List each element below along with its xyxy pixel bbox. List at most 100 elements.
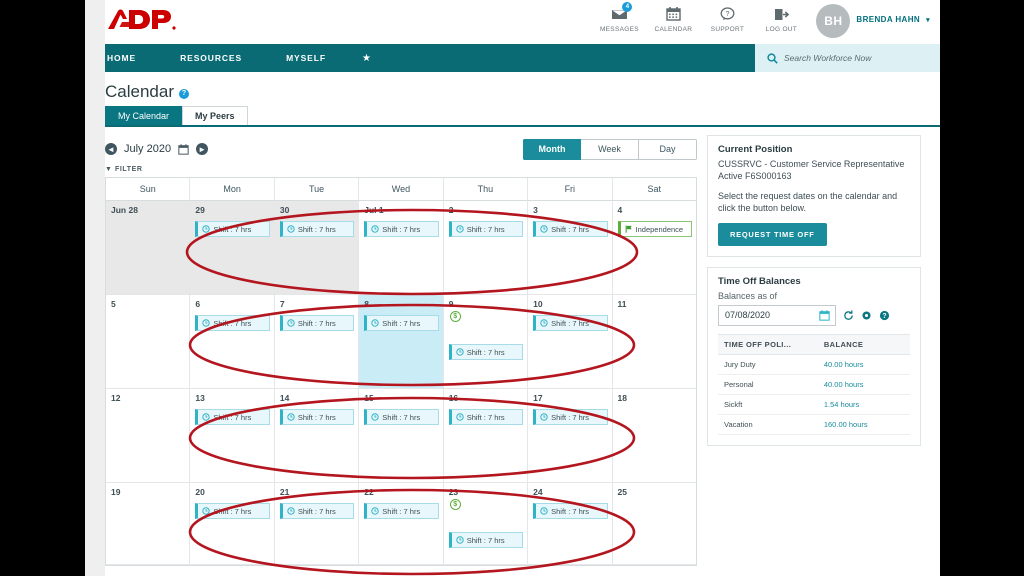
day-number: Jul 1 bbox=[364, 205, 384, 215]
calendar-button[interactable]: CALENDAR bbox=[646, 2, 700, 33]
previous-month-button[interactable]: ◄ bbox=[105, 143, 117, 155]
holiday-event-chip[interactable]: Independence bbox=[617, 221, 692, 237]
view-month-button[interactable]: Month bbox=[523, 138, 581, 160]
shift-event-chip[interactable]: Shift : 7 hrs bbox=[448, 221, 524, 237]
calendar-day-cell[interactable]: 5 bbox=[106, 295, 191, 389]
calendar-day-cell[interactable]: 17 Shift : 7 hrs bbox=[528, 389, 613, 483]
date-picker-icon[interactable] bbox=[178, 143, 189, 155]
day-number: 6 bbox=[195, 299, 201, 309]
shift-event-chip[interactable]: Shift : 7 hrs bbox=[195, 503, 270, 519]
shift-event-chip[interactable]: Shift : 7 hrs bbox=[364, 503, 439, 519]
shift-event-chip[interactable]: Shift : 7 hrs bbox=[364, 409, 439, 425]
calendar-day-cell[interactable]: 14 Shift : 7 hrs bbox=[274, 389, 360, 483]
help-icon[interactable]: ? bbox=[179, 88, 189, 99]
calendar-week-row: 12 13 Shift : 7 hrs 14 Shift : 7 hrs 15 Shift … bbox=[106, 389, 696, 483]
current-position-line1: CUSSRVC - Customer Service Representativ… bbox=[718, 159, 905, 169]
adp-logo[interactable] bbox=[103, 4, 179, 38]
balances-row: Personal 40.00 hours bbox=[718, 374, 910, 395]
shift-event-chip[interactable]: Shift : 7 hrs bbox=[279, 221, 355, 237]
shift-event-chip[interactable]: Shift : 7 hrs bbox=[195, 221, 270, 237]
calendar-day-cell[interactable]: 13 Shift : 7 hrs bbox=[190, 389, 275, 483]
shift-event-chip[interactable]: Shift : 7 hrs bbox=[364, 221, 439, 237]
event-label: Shift : 7 hrs bbox=[382, 224, 421, 234]
shift-event-chip[interactable]: Shift : 7 hrs bbox=[533, 221, 608, 237]
calendar-day-cell[interactable]: 25 bbox=[612, 483, 696, 565]
refresh-icon[interactable] bbox=[843, 310, 854, 321]
tab-my-calendar[interactable]: My Calendar bbox=[105, 106, 183, 125]
date-navigation: ◄ July 2020 ► bbox=[105, 143, 209, 155]
shift-event-chip[interactable]: Shift : 7 hrs bbox=[533, 503, 608, 519]
nav-item-resources[interactable]: RESOURCES bbox=[158, 44, 264, 72]
calendar-grid: Sun Mon Tue Wed Thu Fri Sat Jun 28 29 Shif… bbox=[105, 177, 697, 566]
avatar[interactable]: BH bbox=[816, 4, 851, 38]
calendar-day-cell[interactable]: 9 $ Shift : 7 hrs bbox=[443, 295, 529, 389]
calendar-day-cell[interactable]: 22 Shift : 7 hrs bbox=[359, 483, 444, 565]
search-input[interactable]: Search Workforce Now bbox=[755, 44, 940, 72]
calendar-day-cell[interactable]: Jul 1 Shift : 7 hrs bbox=[359, 201, 444, 295]
calendar-day-cell[interactable]: 15 Shift : 7 hrs bbox=[359, 389, 444, 483]
calendar-day-cell[interactable]: 6 Shift : 7 hrs bbox=[190, 295, 275, 389]
calendar-day-cell[interactable]: 11 bbox=[612, 295, 696, 389]
shift-event-chip[interactable]: Shift : 7 hrs bbox=[279, 409, 355, 425]
calendar-day-cell[interactable]: 2 Shift : 7 hrs bbox=[443, 201, 529, 295]
day-number: 24 bbox=[533, 487, 543, 497]
view-day-button[interactable]: Day bbox=[639, 138, 697, 160]
shift-event-chip[interactable]: Shift : 7 hrs bbox=[364, 315, 439, 331]
shift-event-chip[interactable]: Shift : 7 hrs bbox=[195, 315, 270, 331]
request-time-off-button[interactable]: REQUEST TIME OFF bbox=[718, 222, 827, 246]
shift-event-chip[interactable]: Shift : 7 hrs bbox=[448, 532, 524, 548]
view-week-button[interactable]: Week bbox=[581, 138, 639, 160]
nav-item-myself[interactable]: MYSELF bbox=[264, 44, 348, 72]
shift-event-chip[interactable]: Shift : 7 hrs bbox=[533, 409, 608, 425]
calendar-day-cell[interactable]: 12 bbox=[106, 389, 191, 483]
calendar-day-cell[interactable]: 29 Shift : 7 hrs bbox=[190, 201, 275, 295]
calendar-day-cell[interactable]: 8 Shift : 7 hrs bbox=[359, 295, 444, 389]
event-label: Shift : 7 hrs bbox=[466, 224, 505, 234]
calendar-day-cell[interactable]: 3 Shift : 7 hrs bbox=[528, 201, 613, 295]
gear-icon[interactable] bbox=[861, 310, 872, 321]
calendar-day-cell[interactable]: 10 Shift : 7 hrs bbox=[528, 295, 613, 389]
day-of-week-header: Sun Mon Tue Wed Thu Fri Sat bbox=[106, 178, 696, 201]
filter-button[interactable]: ▼ FILTER bbox=[105, 166, 697, 173]
event-label: Shift : 7 hrs bbox=[551, 506, 590, 516]
balances-date-row: 07/08/2020 ? bbox=[718, 304, 910, 326]
favorites-star-icon[interactable]: ★ bbox=[348, 44, 385, 72]
event-label: Shift : 7 hrs bbox=[213, 412, 252, 422]
shift-event-chip[interactable]: Shift : 7 hrs bbox=[448, 409, 524, 425]
next-month-button[interactable]: ► bbox=[196, 143, 209, 155]
page-title: Calendar bbox=[105, 82, 174, 101]
shift-event-chip[interactable]: Shift : 7 hrs bbox=[279, 503, 355, 519]
calendar-day-cell[interactable]: 24 Shift : 7 hrs bbox=[528, 483, 613, 565]
balances-date-input[interactable]: 07/08/2020 bbox=[718, 304, 836, 326]
calendar-day-cell[interactable]: 4 Independence bbox=[612, 201, 696, 295]
tab-my-peers[interactable]: My Peers bbox=[182, 106, 248, 125]
support-button[interactable]: ? SUPPORT bbox=[700, 2, 754, 33]
time-off-balances-heading: Time Off Balances bbox=[718, 275, 801, 287]
calendar-day-cell[interactable]: 16 Shift : 7 hrs bbox=[443, 389, 529, 483]
event-label: Shift : 7 hrs bbox=[551, 412, 590, 422]
calendar-day-cell[interactable]: 23 $ Shift : 7 hrs bbox=[443, 483, 529, 565]
dow-fri: Fri bbox=[528, 178, 613, 201]
help-circle-icon[interactable]: ? bbox=[879, 310, 890, 321]
event-label: Shift : 7 hrs bbox=[382, 506, 421, 516]
user-menu[interactable]: BRENDA HAHN ▾ bbox=[856, 15, 930, 24]
shift-event-chip[interactable]: Shift : 7 hrs bbox=[279, 315, 355, 331]
messages-button[interactable]: 4 MESSAGES bbox=[592, 2, 646, 33]
calendar-day-cell[interactable]: 19 bbox=[106, 483, 191, 565]
calendar-day-cell[interactable]: Jun 28 bbox=[106, 201, 191, 295]
calendar-day-cell[interactable]: 21 Shift : 7 hrs bbox=[274, 483, 360, 565]
calendar-picker-icon[interactable] bbox=[819, 309, 830, 321]
left-gutter bbox=[85, 0, 105, 576]
dow-tue: Tue bbox=[274, 178, 360, 201]
day-number: 4 bbox=[617, 205, 623, 215]
shift-event-chip[interactable]: Shift : 7 hrs bbox=[448, 344, 524, 360]
calendar-day-cell[interactable]: 7 Shift : 7 hrs bbox=[274, 295, 360, 389]
calendar-day-cell[interactable]: 18 bbox=[612, 389, 696, 483]
calendar-day-cell[interactable]: 20 Shift : 7 hrs bbox=[190, 483, 275, 565]
clock-icon bbox=[540, 413, 548, 421]
calendar-day-cell[interactable]: 30 Shift : 7 hrs bbox=[274, 201, 360, 295]
chevron-down-icon: ▾ bbox=[926, 16, 930, 24]
shift-event-chip[interactable]: Shift : 7 hrs bbox=[533, 315, 608, 331]
shift-event-chip[interactable]: Shift : 7 hrs bbox=[195, 409, 270, 425]
logout-button[interactable]: LOG OUT bbox=[754, 2, 808, 33]
